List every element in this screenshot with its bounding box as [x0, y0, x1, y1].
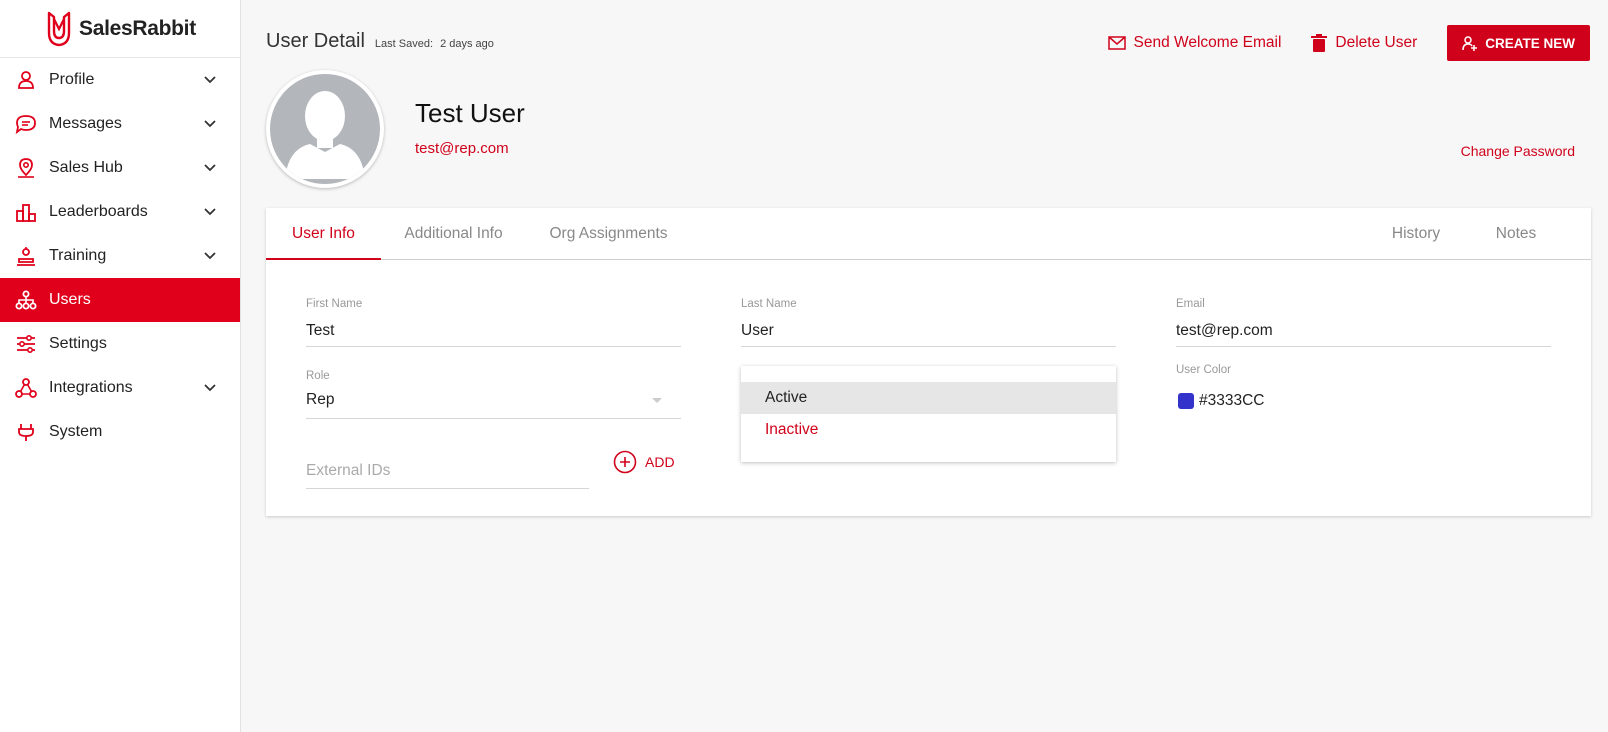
sidebar-item-users[interactable]: Users: [0, 278, 240, 322]
add-external-id-button[interactable]: ADD: [613, 450, 675, 474]
trash-icon: [1311, 34, 1328, 52]
user-color-label: User Color: [1176, 364, 1231, 376]
map-pin-icon: [15, 157, 37, 179]
rabbit-logo-icon: [47, 11, 71, 46]
email-label: Email: [1176, 298, 1205, 310]
send-welcome-email-label: Send Welcome Email: [1133, 34, 1282, 51]
sidebar-item-training[interactable]: Training: [0, 234, 240, 278]
page-title: User Detail: [266, 30, 365, 52]
chevron-down-icon[interactable]: [202, 71, 218, 87]
role-select[interactable]: Rep: [306, 391, 681, 419]
change-password-link[interactable]: Change Password: [1461, 143, 1575, 159]
user-color-swatch[interactable]: [1178, 393, 1194, 409]
sidebar-item-label: Messages: [49, 115, 122, 132]
last-name-field[interactable]: User: [741, 322, 1116, 347]
sidebar: SalesRabbit Profile Messages Sales Hub L…: [0, 0, 241, 732]
email-field[interactable]: test@rep.com: [1176, 322, 1551, 347]
tab-org-assignments[interactable]: Org Assignments: [536, 208, 681, 260]
tab-history[interactable]: History: [1376, 208, 1456, 260]
first-name-field[interactable]: Test: [306, 322, 681, 347]
page-header: User Detail Last Saved: 2 days ago: [266, 30, 494, 53]
chevron-down-icon[interactable]: [202, 203, 218, 219]
sidebar-item-integrations[interactable]: Integrations: [0, 366, 240, 410]
status-dropdown: Active Inactive: [741, 366, 1116, 462]
tab-notes[interactable]: Notes: [1471, 208, 1561, 260]
sidebar-item-messages[interactable]: Messages: [0, 102, 240, 146]
chevron-down-icon[interactable]: [202, 115, 218, 131]
create-new-label: CREATE NEW: [1485, 35, 1575, 51]
sidebar-item-sales-hub[interactable]: Sales Hub: [0, 146, 240, 190]
sidebar-item-label: Users: [49, 291, 91, 308]
first-name-label: First Name: [306, 298, 363, 310]
user-color-value[interactable]: #3333CC: [1199, 392, 1265, 410]
sidebar-item-settings[interactable]: Settings: [0, 322, 240, 366]
brand-name: SalesRabbit: [79, 16, 196, 40]
sidebar-item-profile[interactable]: Profile: [0, 58, 240, 102]
caret-down-icon: [652, 398, 662, 403]
sidebar-item-label: Leaderboards: [49, 203, 148, 220]
last-saved-value: 2 days ago: [440, 38, 494, 50]
tab-user-info[interactable]: User Info: [266, 208, 381, 260]
delete-user-label: Delete User: [1335, 34, 1418, 51]
user-name: Test User: [415, 98, 525, 128]
plug-icon: [15, 421, 37, 443]
sidebar-nav: Profile Messages Sales Hub Leaderboards: [0, 58, 240, 454]
sidebar-item-system[interactable]: System: [0, 410, 240, 454]
chevron-down-icon[interactable]: [202, 247, 218, 263]
sidebar-item-label: Sales Hub: [49, 159, 123, 176]
main-content: User Detail Last Saved: 2 days ago Send …: [241, 0, 1608, 732]
delete-user-button[interactable]: Delete User: [1311, 34, 1417, 52]
podium-icon: [15, 201, 37, 223]
integrations-icon: [15, 377, 37, 399]
last-name-label: Last Name: [741, 298, 797, 310]
add-user-icon: [1462, 36, 1478, 51]
brand-logo[interactable]: SalesRabbit: [0, 0, 240, 58]
role-label: Role: [306, 370, 330, 382]
sidebar-item-label: Integrations: [49, 379, 133, 396]
chevron-down-icon[interactable]: [202, 159, 218, 175]
sidebar-item-label: Settings: [49, 335, 107, 352]
sidebar-item-label: Profile: [49, 71, 95, 88]
avatar[interactable]: [266, 70, 384, 188]
org-tree-icon: [15, 289, 37, 311]
tab-bar: User Info Additional Info Org Assignment…: [266, 208, 1591, 260]
sidebar-item-label: Training: [49, 247, 107, 264]
sliders-icon: [15, 333, 37, 355]
status-option-active[interactable]: Active: [741, 382, 1116, 414]
chat-icon: [15, 113, 37, 135]
plus-circle-icon: [613, 450, 637, 474]
tab-additional-info[interactable]: Additional Info: [391, 208, 516, 260]
last-saved-label: Last Saved:: [374, 38, 434, 50]
chevron-down-icon[interactable]: [202, 379, 218, 395]
create-new-button[interactable]: CREATE NEW: [1447, 25, 1590, 61]
status-option-inactive[interactable]: Inactive: [741, 414, 1116, 446]
avatar-placeholder-icon: [270, 74, 380, 184]
header-actions: Send Welcome Email Delete User CREATE NE…: [1107, 25, 1590, 61]
user-detail-card: User Info Additional Info Org Assignment…: [266, 208, 1591, 516]
mail-icon: [1107, 36, 1126, 50]
send-welcome-email-button[interactable]: Send Welcome Email: [1107, 34, 1282, 52]
user-email[interactable]: test@rep.com: [415, 140, 509, 157]
sidebar-item-label: System: [49, 423, 103, 440]
sidebar-item-leaderboards[interactable]: Leaderboards: [0, 190, 240, 234]
training-icon: [15, 245, 37, 267]
last-saved: Last Saved: 2 days ago: [375, 38, 494, 50]
person-icon: [15, 69, 37, 91]
external-ids-input[interactable]: External IDs: [306, 462, 589, 489]
add-label: ADD: [645, 454, 675, 470]
